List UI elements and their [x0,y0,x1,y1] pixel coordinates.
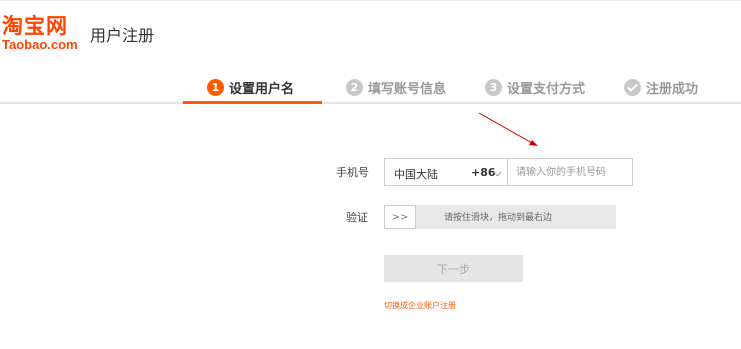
top-divider [0,0,741,1]
step-registration-success: 注册成功 [624,78,699,97]
page-title: 用户注册 [90,26,155,45]
step-payment-method: 3 设置支付方式 [485,78,586,97]
step-label: 注册成功 [646,81,699,97]
step-label: 设置用户名 [229,81,295,97]
country-code: +86 [471,166,496,179]
logo-english-text: Taobao.com [2,37,78,52]
taobao-logo[interactable]: 淘宝网 Taobao.com [2,14,86,54]
phone-label: 手机号 [336,166,369,179]
step-number-badge: 3 [485,78,502,96]
region-value: 中国大陆 [394,168,438,181]
step-number-badge: 2 [346,78,363,96]
slide-verification: >> 请按住滑块，拖动到最右边 [384,205,616,229]
verify-label: 验证 [346,211,368,224]
logo-chinese-text: 淘宝网 [2,14,68,38]
step-label: 填写账号信息 [368,81,447,97]
phone-input[interactable] [508,158,633,186]
double-chevron-right-icon: >> [391,211,409,223]
step-label: 设置支付方式 [507,81,586,97]
enterprise-registration-link[interactable]: 切换成企业账户注册 [384,300,456,311]
region-select[interactable]: 中国大陆 +86 [384,158,508,186]
arrow-shaft [478,112,533,144]
step-number-badge: 1 [207,78,224,96]
step-account-info: 2 填写账号信息 [346,78,447,97]
arrow-head [529,140,538,146]
step-set-username: 1 设置用户名 [207,78,295,97]
chevron-down-icon [493,167,502,180]
slider-handle[interactable]: >> [384,205,416,229]
next-button[interactable]: 下一步 [384,255,523,282]
check-circle-icon [624,78,641,96]
steps-track [0,102,741,104]
active-step-indicator [183,101,322,104]
slider-instruction: 请按住滑块，拖动到最右边 [444,213,553,223]
